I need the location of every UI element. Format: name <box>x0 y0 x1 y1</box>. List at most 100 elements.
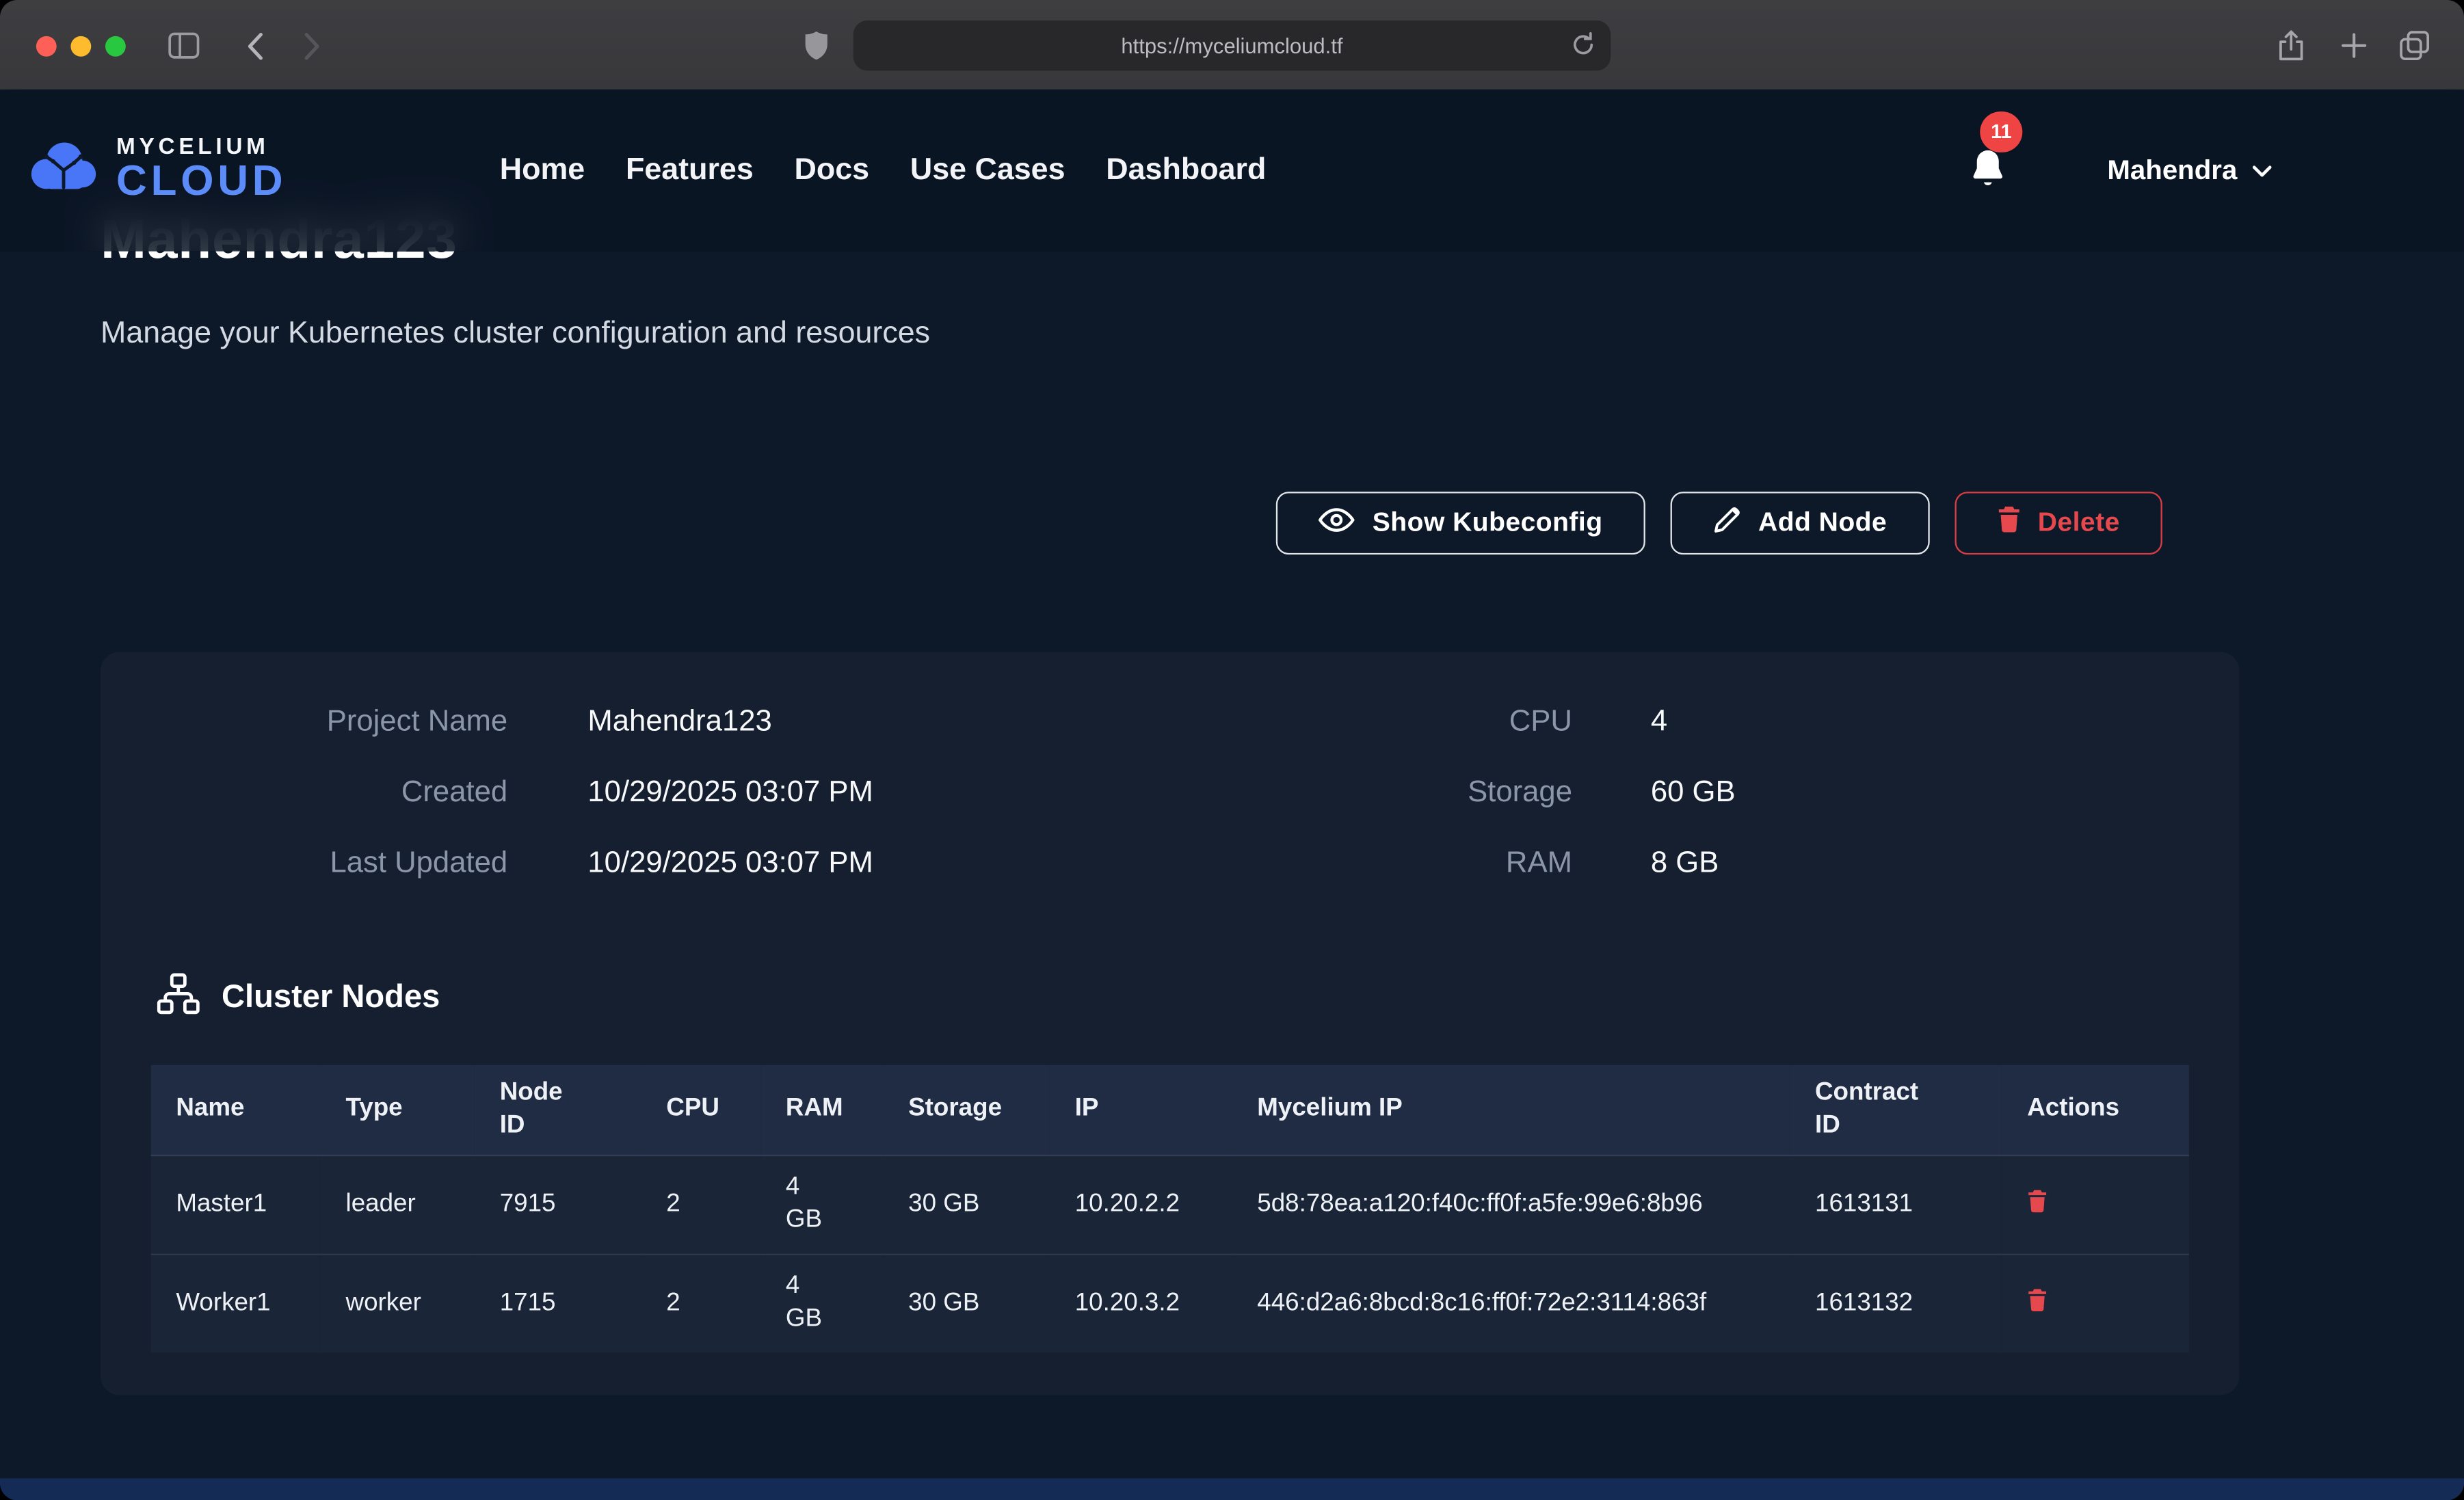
project-name-value: Mahendra123 <box>587 705 771 740</box>
node-id: 7915 <box>475 1155 641 1255</box>
cluster-actions-toolbar: Show Kubeconfig Add Node Delete <box>1277 492 2162 554</box>
browser-toolbar: https://myceliumcloud.tf <box>0 0 2464 91</box>
cluster-nodes-title: Cluster Nodes <box>222 979 440 1017</box>
delete-node-button[interactable] <box>2027 1189 2048 1212</box>
node-storage: 30 GB <box>883 1255 1050 1353</box>
storage-label: Storage <box>1170 775 1572 810</box>
page-content: Mahendra123 Manage your Kubernetes clust… <box>0 90 2464 1500</box>
trash-icon <box>1997 506 2020 541</box>
col-header-storage: Storage <box>883 1065 1050 1155</box>
privacy-shield-icon[interactable] <box>798 28 833 63</box>
add-node-label: Add Node <box>1758 507 1887 539</box>
node-ip: 10.20.3.2 <box>1050 1255 1232 1353</box>
col-header-mycelium-ip: Mycelium IP <box>1232 1065 1790 1155</box>
table-header-row: Name Type Node ID CPU RAM Storage IP Myc… <box>151 1065 2189 1155</box>
logo-text: MYCELIUM CLOUD <box>116 135 287 206</box>
table-row: Worker1 worker 1715 2 4 GB 30 GB 10.20.3… <box>151 1255 2189 1353</box>
show-kubeconfig-button[interactable]: Show Kubeconfig <box>1277 492 1645 554</box>
site-header: MYCELIUM CLOUD Home Features Docs Use Ca… <box>0 90 2464 252</box>
node-mycelium-ip: 5d8:78ea:a120:f40c:ff0f:a5fe:99e6:8b96 <box>1232 1155 1790 1255</box>
cluster-nodes-table: Name Type Node ID CPU RAM Storage IP Myc… <box>151 1065 2189 1353</box>
pencil-icon <box>1712 505 1740 541</box>
col-header-node-id: Node ID <box>475 1065 641 1155</box>
nav-features[interactable]: Features <box>626 152 754 189</box>
nav-home[interactable]: Home <box>500 152 585 189</box>
col-header-name: Name <box>151 1065 321 1155</box>
delete-node-button[interactable] <box>2027 1288 2048 1311</box>
site-logo[interactable]: MYCELIUM CLOUD <box>23 133 287 207</box>
node-contract-id: 1613132 <box>1790 1255 2002 1353</box>
sidebar-toggle-icon[interactable] <box>167 28 202 63</box>
cpu-value: 4 <box>1651 705 1667 740</box>
node-cpu: 2 <box>641 1155 761 1255</box>
share-icon[interactable] <box>2274 28 2309 63</box>
add-node-button[interactable]: Add Node <box>1670 492 1929 554</box>
node-actions <box>2002 1255 2188 1353</box>
notifications-bell-icon[interactable] <box>1968 146 2009 201</box>
ram-label: RAM <box>1170 846 1572 881</box>
col-header-actions: Actions <box>2002 1065 2188 1155</box>
nav-docs[interactable]: Docs <box>795 152 870 189</box>
node-ram: 4 GB <box>760 1155 883 1255</box>
last-updated-label: Last Updated <box>101 846 507 881</box>
node-name: Master1 <box>151 1155 321 1255</box>
node-type: leader <box>321 1155 475 1255</box>
table-row: Master1 leader 7915 2 4 GB 30 GB 10.20.2… <box>151 1155 2189 1255</box>
user-name: Mahendra <box>2107 154 2237 187</box>
detail-project-name: Project Name Mahendra123 <box>101 686 1170 757</box>
notification-count-badge: 11 <box>1980 111 2022 152</box>
cloud-logo-icon <box>23 133 102 207</box>
url-bar[interactable]: https://myceliumcloud.tf <box>853 21 1611 71</box>
user-menu[interactable]: Mahendra <box>2107 90 2271 252</box>
last-updated-value: 10/29/2025 03:07 PM <box>587 846 873 881</box>
node-mycelium-ip: 446:d2a6:8bcd:8c16:ff0f:72e2:3114:863f <box>1232 1255 1790 1353</box>
cluster-nodes-section-header: Cluster Nodes <box>157 972 2240 1023</box>
window-close-button[interactable] <box>36 36 57 56</box>
nav-dashboard[interactable]: Dashboard <box>1106 152 1266 189</box>
ram-value: 8 GB <box>1651 846 1719 881</box>
cluster-details-card: Project Name Mahendra123 Created 10/29/2… <box>101 652 2239 1395</box>
delete-label: Delete <box>2038 507 2120 539</box>
col-header-ram: RAM <box>760 1065 883 1155</box>
reload-icon[interactable] <box>1570 31 1597 63</box>
detail-cpu: CPU 4 <box>1170 686 2240 757</box>
nav-use-cases[interactable]: Use Cases <box>910 152 1065 189</box>
show-kubeconfig-label: Show Kubeconfig <box>1373 507 1603 539</box>
node-ram: 4 GB <box>760 1255 883 1353</box>
new-tab-icon[interactable] <box>2337 28 2372 63</box>
created-label: Created <box>101 775 507 810</box>
node-storage: 30 GB <box>883 1155 1050 1255</box>
cluster-details: Project Name Mahendra123 Created 10/29/2… <box>101 652 2239 899</box>
eye-icon <box>1319 507 1355 539</box>
col-header-ip: IP <box>1050 1065 1232 1155</box>
window-minimize-button[interactable] <box>70 36 91 56</box>
node-cpu: 2 <box>641 1255 761 1353</box>
node-type: worker <box>321 1255 475 1353</box>
url-text: https://myceliumcloud.tf <box>1121 34 1342 57</box>
node-ip: 10.20.2.2 <box>1050 1155 1232 1255</box>
window-zoom-button[interactable] <box>105 36 126 56</box>
main-nav: Home Features Docs Use Cases Dashboard <box>500 90 1267 252</box>
logo-line2: CLOUD <box>116 157 287 206</box>
detail-ram: RAM 8 GB <box>1170 828 2240 898</box>
node-name: Worker1 <box>151 1255 321 1353</box>
tab-overview-icon[interactable] <box>2396 28 2431 63</box>
node-actions <box>2002 1155 2188 1255</box>
browser-window: https://myceliumcloud.tf Mahendra123 Man… <box>0 0 2464 1499</box>
storage-value: 60 GB <box>1651 775 1736 810</box>
node-id: 1715 <box>475 1255 641 1353</box>
detail-created: Created 10/29/2025 03:07 PM <box>101 758 1170 828</box>
col-header-type: Type <box>321 1065 475 1155</box>
col-header-contract-id: Contract ID <box>1790 1065 2002 1155</box>
delete-cluster-button[interactable]: Delete <box>1955 492 2162 554</box>
created-value: 10/29/2025 03:07 PM <box>587 775 873 810</box>
page-subtitle: Manage your Kubernetes cluster configura… <box>101 316 930 352</box>
back-button[interactable] <box>237 28 272 63</box>
chevron-down-icon <box>2251 154 2272 187</box>
forward-button[interactable] <box>295 28 330 63</box>
network-nodes-icon <box>157 972 200 1023</box>
node-contract-id: 1613131 <box>1790 1155 2002 1255</box>
project-name-label: Project Name <box>101 705 507 740</box>
cpu-label: CPU <box>1170 705 1572 740</box>
detail-last-updated: Last Updated 10/29/2025 03:07 PM <box>101 828 1170 898</box>
